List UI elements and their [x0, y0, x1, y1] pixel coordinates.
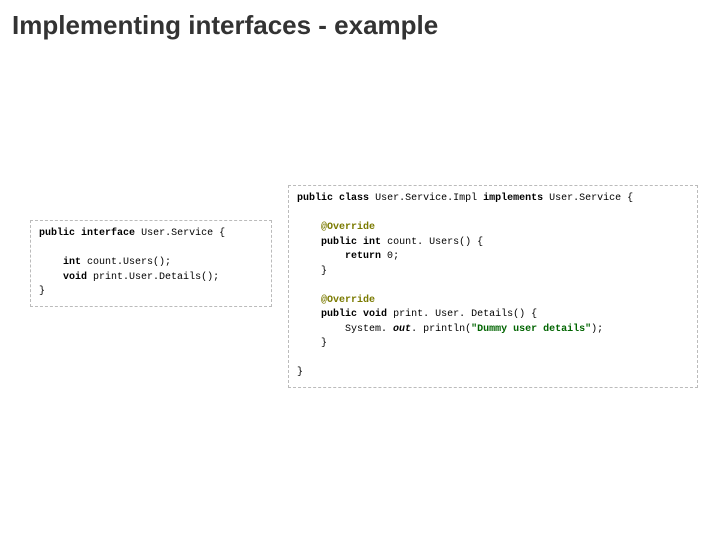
- annotation-override: @Override: [321, 295, 375, 306]
- kw-int: int: [363, 237, 381, 248]
- method-countUsers-decl: count.Users();: [87, 257, 171, 268]
- method-countUsers-sig: count. Users() {: [387, 237, 483, 248]
- kw-void: void: [63, 272, 87, 283]
- interface-code-box: public interface User.Service { int coun…: [30, 220, 272, 307]
- brace-close: }: [321, 266, 327, 277]
- class-name: User.Service.Impl: [375, 193, 477, 204]
- println-open: . println(: [411, 324, 471, 335]
- kw-implements: implements: [483, 193, 543, 204]
- kw-interface: interface: [81, 228, 135, 239]
- brace-open: {: [627, 193, 633, 204]
- string-literal: "Dummy user details": [471, 324, 591, 335]
- implements-name: User.Service: [549, 193, 621, 204]
- kw-public: public: [321, 309, 357, 320]
- brace-close: }: [39, 286, 45, 297]
- brace-close: }: [297, 367, 303, 378]
- println-close: );: [591, 324, 603, 335]
- page-title: Implementing interfaces - example: [12, 10, 438, 41]
- method-printUserDetails-sig: print. User. Details() {: [393, 309, 537, 320]
- slide: Implementing interfaces - example public…: [0, 0, 720, 540]
- brace-close: }: [321, 338, 327, 349]
- class-code-box: public class User.Service.Impl implement…: [288, 185, 698, 388]
- kw-public: public: [39, 228, 75, 239]
- kw-class: class: [339, 193, 369, 204]
- kw-return: return: [345, 251, 381, 262]
- system-ref: System.: [345, 324, 387, 335]
- interface-name: User.Service: [141, 228, 213, 239]
- kw-public: public: [321, 237, 357, 248]
- kw-public: public: [297, 193, 333, 204]
- method-printUserDetails-decl: print.User.Details();: [93, 272, 219, 283]
- out-field: out: [393, 324, 411, 335]
- kw-int: int: [63, 257, 81, 268]
- kw-void: void: [363, 309, 387, 320]
- semicolon: ;: [393, 251, 399, 262]
- annotation-override: @Override: [321, 222, 375, 233]
- brace-open: {: [219, 228, 225, 239]
